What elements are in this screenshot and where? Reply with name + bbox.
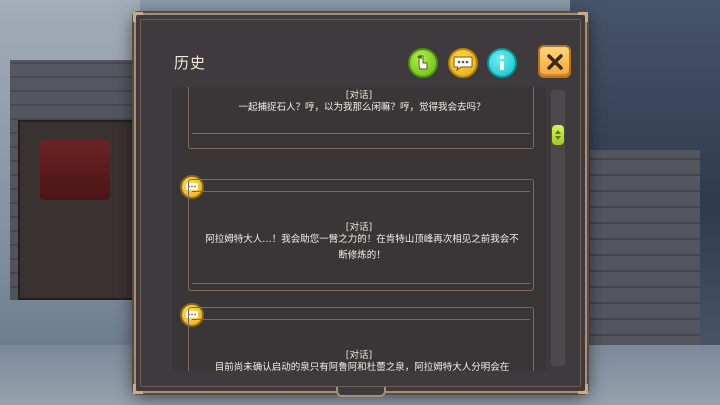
entry-divider <box>192 133 530 134</box>
entry-message: 阿拉姆特大人…！我会助您一臂之力的！在肯特山顶峰再次相见之前我会不断修炼的！ <box>205 234 519 261</box>
speech-bubble-icon <box>453 56 473 71</box>
history-list[interactable]: [对话] 一起捕捉石人？哼，以为我那么闲嘛？哼，觉得我会去吗？ [对话] 阿拉姆… <box>172 87 546 371</box>
history-panel: 历史 [对话] 一起捕捉石人？哼，以为我那么闲嘛？哼，觉得我会去吗？ [对话] … <box>133 12 588 397</box>
history-entry: [对话] 目前尚未确认启动的泉只有阿鲁阿和杜蕾之泉，阿拉姆特大人分明会在 <box>172 307 546 371</box>
leaf-cursor-icon <box>417 55 428 70</box>
history-entry: [对话] 阿拉姆特大人…！我会助您一臂之力的！在肯特山顶峰再次相见之前我会不断修… <box>172 179 546 299</box>
auto-play-button[interactable] <box>408 48 438 78</box>
info-button[interactable] <box>487 48 517 78</box>
entry-speaker: [对话] <box>345 222 373 233</box>
entry-divider <box>192 191 530 192</box>
entry-speaker: [对话] <box>345 350 373 361</box>
panel-bottom-tab <box>336 387 386 397</box>
entry-message: 目前尚未确认启动的泉只有阿鲁阿和杜蕾之泉，阿拉姆特大人分明会在 <box>214 362 510 371</box>
history-entry: [对话] 一起捕捉石人？哼，以为我那么闲嘛？哼，觉得我会去吗？ <box>172 87 546 167</box>
entry-divider <box>192 283 530 284</box>
dialogue-filter-button[interactable] <box>448 48 478 78</box>
close-button[interactable] <box>538 45 571 78</box>
scrollbar-thumb[interactable] <box>552 125 564 145</box>
scroll-up-arrow-icon <box>555 130 561 134</box>
scroll-down-arrow-icon <box>555 136 561 140</box>
panel-corner <box>133 12 143 22</box>
scrollbar-track[interactable] <box>551 90 565 366</box>
panel-corner <box>578 12 588 22</box>
entry-speaker: [对话] <box>345 90 373 101</box>
entry-message: 一起捕捉石人？哼，以为我那么闲嘛？哼，觉得我会去吗？ <box>238 102 486 113</box>
panel-title: 历史 <box>174 54 207 72</box>
entry-divider <box>192 319 530 320</box>
panel-corner <box>578 384 588 394</box>
panel-corner <box>133 384 143 394</box>
close-icon <box>546 53 563 70</box>
info-icon <box>500 55 504 70</box>
